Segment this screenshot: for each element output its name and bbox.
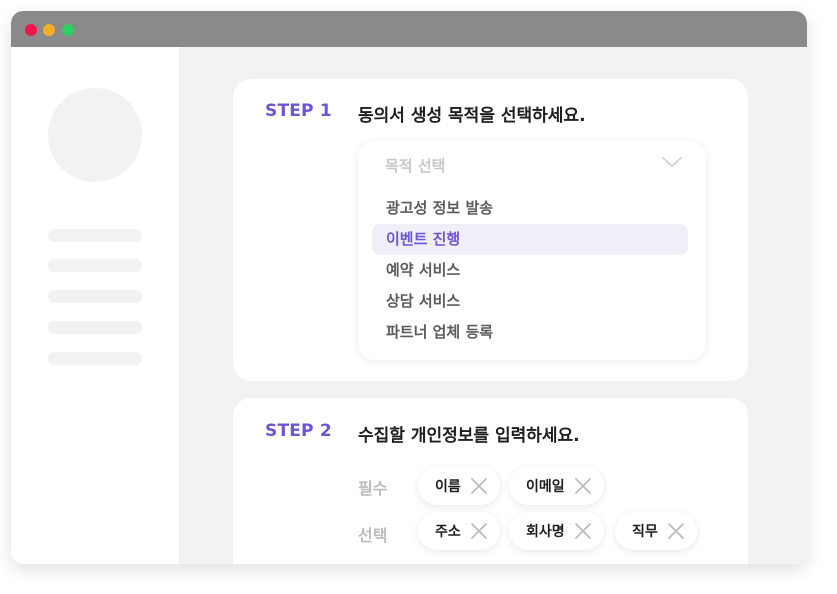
close-window-button[interactable] <box>25 24 37 36</box>
chip-optional[interactable]: 회사명 <box>509 512 604 550</box>
step2-label: STEP 2 <box>265 421 332 441</box>
sidebar-item-placeholder[interactable] <box>48 229 142 242</box>
sidebar-item-placeholder[interactable] <box>48 321 142 334</box>
chip-required[interactable]: 이메일 <box>509 467 604 505</box>
step1-card: STEP 1 동의서 생성 목적을 선택하세요. 목적 선택 광고성 정보 발송… <box>233 79 748 381</box>
close-icon[interactable] <box>470 477 488 495</box>
close-icon[interactable] <box>574 477 592 495</box>
dropdown-option[interactable]: 상담 서비스 <box>372 286 688 317</box>
browser-window: STEP 1 동의서 생성 목적을 선택하세요. 목적 선택 광고성 정보 발송… <box>11 11 807 564</box>
title-bar <box>11 11 807 47</box>
sidebar <box>11 47 179 564</box>
optional-label: 선택 <box>358 526 388 545</box>
step2-title: 수집할 개인정보를 입력하세요. <box>358 426 580 446</box>
dropdown-option-highlighted[interactable]: 이벤트 진행 <box>372 224 688 255</box>
sidebar-item-placeholder[interactable] <box>48 352 142 365</box>
purpose-dropdown[interactable]: 목적 선택 광고성 정보 발송 이벤트 진행 예약 서비스 상담 서비스 파트너… <box>358 141 706 360</box>
chip-label: 주소 <box>435 524 461 540</box>
dropdown-options: 광고성 정보 발송 이벤트 진행 예약 서비스 상담 서비스 파트너 업체 등록 <box>372 193 688 348</box>
sidebar-item-placeholder[interactable] <box>48 290 142 303</box>
chip-label: 직무 <box>632 524 658 540</box>
chip-label: 이름 <box>435 479 461 495</box>
chip-label: 이메일 <box>526 479 565 495</box>
chip-label: 회사명 <box>526 524 565 540</box>
required-label: 필수 <box>358 479 388 498</box>
close-icon[interactable] <box>470 522 488 540</box>
chevron-down-icon[interactable] <box>662 152 682 172</box>
maximize-window-button[interactable] <box>62 24 74 36</box>
dropdown-header[interactable]: 목적 선택 <box>358 141 706 187</box>
sidebar-item-placeholder[interactable] <box>48 259 142 272</box>
step1-label: STEP 1 <box>265 101 332 121</box>
chip-optional[interactable]: 주소 <box>418 512 500 550</box>
dropdown-option[interactable]: 파트너 업체 등록 <box>372 317 688 348</box>
chip-required[interactable]: 이름 <box>418 467 500 505</box>
close-icon[interactable] <box>667 522 685 540</box>
close-icon[interactable] <box>574 522 592 540</box>
dropdown-option[interactable]: 광고성 정보 발송 <box>372 193 688 224</box>
dropdown-option[interactable]: 예약 서비스 <box>372 255 688 286</box>
minimize-window-button[interactable] <box>43 24 55 36</box>
avatar-placeholder <box>48 88 142 182</box>
step2-card: STEP 2 수집할 개인정보를 입력하세요. 필수 이름 이메일 선택 주소 … <box>233 398 748 564</box>
main-content: STEP 1 동의서 생성 목적을 선택하세요. 목적 선택 광고성 정보 발송… <box>179 47 807 564</box>
step1-title: 동의서 생성 목적을 선택하세요. <box>358 106 586 126</box>
dropdown-placeholder: 목적 선택 <box>385 157 446 175</box>
chip-optional[interactable]: 직무 <box>615 512 697 550</box>
